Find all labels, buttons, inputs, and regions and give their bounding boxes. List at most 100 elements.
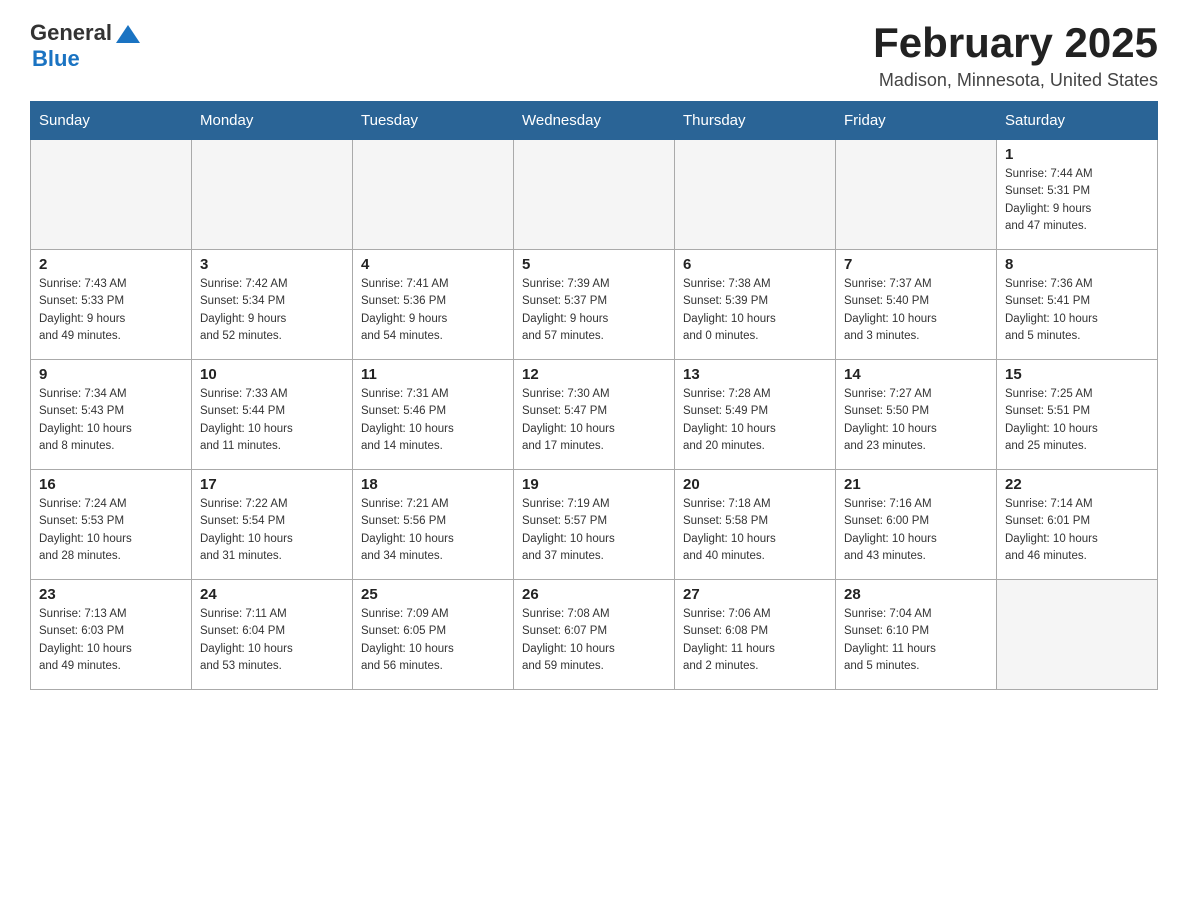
day-number: 5 [522,256,666,273]
calendar-week-row: 23 Sunrise: 7:13 AMSunset: 6:03 PMDayligh… [31,580,1158,690]
day-info: Sunrise: 7:08 AMSunset: 6:07 PMDaylight:… [522,606,666,675]
calendar-day-header: Sunday [31,102,192,140]
day-info: Sunrise: 7:37 AMSunset: 5:40 PMDaylight:… [844,276,988,345]
calendar-day-header: Saturday [997,102,1158,140]
calendar-cell: 6 Sunrise: 7:38 AMSunset: 5:39 PMDaylight… [675,250,836,360]
calendar-day-header: Wednesday [514,102,675,140]
calendar-cell: 22 Sunrise: 7:14 AMSunset: 6:01 PMDayligh… [997,470,1158,580]
calendar-week-row: 1 Sunrise: 7:44 AMSunset: 5:31 PMDaylight… [31,140,1158,250]
calendar-cell: 12 Sunrise: 7:30 AMSunset: 5:47 PMDayligh… [514,360,675,470]
calendar-cell: 9 Sunrise: 7:34 AMSunset: 5:43 PMDaylight… [31,360,192,470]
page-header: General Blue February 2025 Madison, Minn… [30,20,1158,91]
day-number: 3 [200,256,344,273]
day-info: Sunrise: 7:39 AMSunset: 5:37 PMDaylight:… [522,276,666,345]
day-info: Sunrise: 7:33 AMSunset: 5:44 PMDaylight:… [200,386,344,455]
day-number: 18 [361,476,505,493]
logo-top-line: General [30,20,140,46]
day-info: Sunrise: 7:11 AMSunset: 6:04 PMDaylight:… [200,606,344,675]
day-number: 16 [39,476,183,493]
calendar-cell: 20 Sunrise: 7:18 AMSunset: 5:58 PMDayligh… [675,470,836,580]
logo: General Blue [30,20,140,72]
day-info: Sunrise: 7:41 AMSunset: 5:36 PMDaylight:… [361,276,505,345]
calendar-cell: 16 Sunrise: 7:24 AMSunset: 5:53 PMDayligh… [31,470,192,580]
calendar-cell [192,140,353,250]
day-info: Sunrise: 7:34 AMSunset: 5:43 PMDaylight:… [39,386,183,455]
day-number: 13 [683,366,827,383]
day-info: Sunrise: 7:27 AMSunset: 5:50 PMDaylight:… [844,386,988,455]
calendar-cell: 14Sunrise: 7:27 AMSunset: 5:50 PMDayligh… [836,360,997,470]
day-number: 11 [361,366,505,383]
day-info: Sunrise: 7:18 AMSunset: 5:58 PMDaylight:… [683,496,827,565]
calendar-week-row: 2 Sunrise: 7:43 AMSunset: 5:33 PMDaylight… [31,250,1158,360]
calendar-cell: 17 Sunrise: 7:22 AMSunset: 5:54 PMDayligh… [192,470,353,580]
day-number: 6 [683,256,827,273]
day-info: Sunrise: 7:38 AMSunset: 5:39 PMDaylight:… [683,276,827,345]
day-info: Sunrise: 7:24 AMSunset: 5:53 PMDaylight:… [39,496,183,565]
calendar-cell: 24Sunrise: 7:11 AMSunset: 6:04 PMDayligh… [192,580,353,690]
calendar-cell [31,140,192,250]
day-info: Sunrise: 7:16 AMSunset: 6:00 PMDaylight:… [844,496,988,565]
day-info: Sunrise: 7:31 AMSunset: 5:46 PMDaylight:… [361,386,505,455]
calendar-cell [675,140,836,250]
day-number: 26 [522,586,666,603]
day-info: Sunrise: 7:21 AMSunset: 5:56 PMDaylight:… [361,496,505,565]
calendar-cell: 23 Sunrise: 7:13 AMSunset: 6:03 PMDayligh… [31,580,192,690]
calendar-cell [514,140,675,250]
day-number: 25 [361,586,505,603]
calendar-cell: 1 Sunrise: 7:44 AMSunset: 5:31 PMDaylight… [997,140,1158,250]
day-number: 19 [522,476,666,493]
calendar-cell: 27Sunrise: 7:06 AMSunset: 6:08 PMDayligh… [675,580,836,690]
day-number: 20 [683,476,827,493]
calendar-cell: 10 Sunrise: 7:33 AMSunset: 5:44 PMDayligh… [192,360,353,470]
calendar-cell: 15 Sunrise: 7:25 AMSunset: 5:51 PMDayligh… [997,360,1158,470]
calendar-day-header: Monday [192,102,353,140]
day-info: Sunrise: 7:06 AMSunset: 6:08 PMDaylight:… [683,606,827,675]
calendar-cell: 11 Sunrise: 7:31 AMSunset: 5:46 PMDayligh… [353,360,514,470]
calendar-week-row: 9 Sunrise: 7:34 AMSunset: 5:43 PMDaylight… [31,360,1158,470]
calendar-cell: 5 Sunrise: 7:39 AMSunset: 5:37 PMDaylight… [514,250,675,360]
day-info: Sunrise: 7:14 AMSunset: 6:01 PMDaylight:… [1005,496,1149,565]
day-number: 28 [844,586,988,603]
day-number: 17 [200,476,344,493]
day-info: Sunrise: 7:43 AMSunset: 5:33 PMDaylight:… [39,276,183,345]
day-info: Sunrise: 7:42 AMSunset: 5:34 PMDaylight:… [200,276,344,345]
page-subtitle: Madison, Minnesota, United States [873,70,1158,91]
day-number: 9 [39,366,183,383]
day-number: 10 [200,366,344,383]
title-block: February 2025 Madison, Minnesota, United… [873,20,1158,91]
day-number: 12 [522,366,666,383]
day-info: Sunrise: 7:30 AMSunset: 5:47 PMDaylight:… [522,386,666,455]
logo-triangle-icon [116,25,140,43]
day-number: 21 [844,476,988,493]
calendar-cell: 3 Sunrise: 7:42 AMSunset: 5:34 PMDaylight… [192,250,353,360]
calendar-day-header: Friday [836,102,997,140]
calendar-week-row: 16 Sunrise: 7:24 AMSunset: 5:53 PMDayligh… [31,470,1158,580]
calendar-cell: 13Sunrise: 7:28 AMSunset: 5:49 PMDayligh… [675,360,836,470]
calendar-cell: 2 Sunrise: 7:43 AMSunset: 5:33 PMDaylight… [31,250,192,360]
day-info: Sunrise: 7:22 AMSunset: 5:54 PMDaylight:… [200,496,344,565]
day-number: 23 [39,586,183,603]
day-info: Sunrise: 7:44 AMSunset: 5:31 PMDaylight:… [1005,166,1149,235]
calendar-cell: 7 Sunrise: 7:37 AMSunset: 5:40 PMDaylight… [836,250,997,360]
logo-general-text: General [30,20,112,46]
calendar-cell: 18 Sunrise: 7:21 AMSunset: 5:56 PMDayligh… [353,470,514,580]
day-info: Sunrise: 7:13 AMSunset: 6:03 PMDaylight:… [39,606,183,675]
day-info: Sunrise: 7:25 AMSunset: 5:51 PMDaylight:… [1005,386,1149,455]
calendar-cell: 28Sunrise: 7:04 AMSunset: 6:10 PMDayligh… [836,580,997,690]
day-number: 1 [1005,146,1149,163]
day-number: 7 [844,256,988,273]
calendar-cell: 4Sunrise: 7:41 AMSunset: 5:36 PMDaylight… [353,250,514,360]
day-info: Sunrise: 7:36 AMSunset: 5:41 PMDaylight:… [1005,276,1149,345]
calendar-cell [836,140,997,250]
calendar-header-row: SundayMondayTuesdayWednesdayThursdayFrid… [31,102,1158,140]
day-info: Sunrise: 7:19 AMSunset: 5:57 PMDaylight:… [522,496,666,565]
calendar-cell: 26 Sunrise: 7:08 AMSunset: 6:07 PMDayligh… [514,580,675,690]
calendar-cell [353,140,514,250]
calendar-cell [997,580,1158,690]
day-number: 2 [39,256,183,273]
day-info: Sunrise: 7:09 AMSunset: 6:05 PMDaylight:… [361,606,505,675]
day-number: 15 [1005,366,1149,383]
day-number: 22 [1005,476,1149,493]
logo-bottom-line: Blue [30,46,80,72]
calendar-cell: 21 Sunrise: 7:16 AMSunset: 6:00 PMDayligh… [836,470,997,580]
